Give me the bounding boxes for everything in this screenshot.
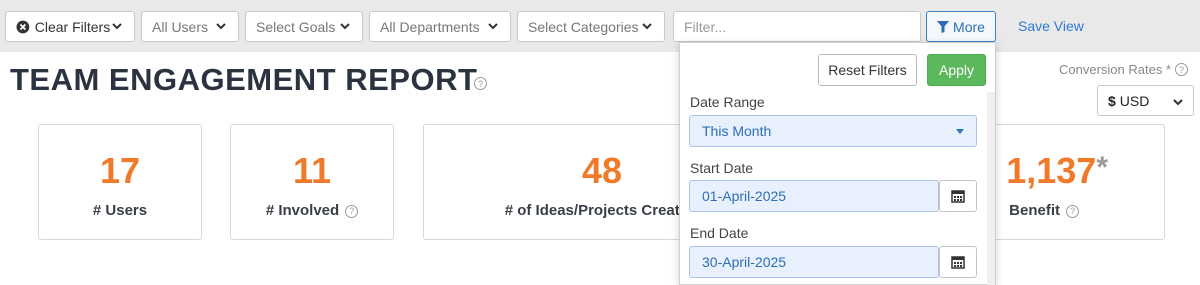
stat-label-text: # of Ideas/Projects Created [504,202,698,219]
reset-filters-button[interactable]: Reset Filters [818,54,917,86]
chevron-down-icon [1173,93,1183,109]
help-icon[interactable]: ? [345,204,359,218]
chevron-down-icon [338,20,352,34]
categories-select[interactable]: Select Categories [517,11,665,42]
stat-value: 11 [292,150,332,191]
users-select-label: All Users [152,18,209,35]
apply-button[interactable]: Apply [927,54,986,86]
end-date-calendar-button[interactable] [939,246,977,278]
chevron-down-icon [110,20,124,34]
clear-filters-button[interactable]: Clear Filters [5,11,135,42]
calendar-icon [951,190,965,203]
caret-down-icon [956,128,964,134]
conversion-rates-label: Conversion Rates * [1059,62,1171,77]
date-range-label: Date Range [690,94,765,110]
filter-bar: Clear Filters All Users Select Goals All… [0,0,1200,52]
save-view-link[interactable]: Save View [1018,18,1084,34]
end-date-label: End Date [690,225,749,241]
filter-input[interactable] [673,11,921,42]
date-range-select[interactable]: This Month [689,115,977,147]
stat-label: # Involved? [231,202,393,219]
end-date-input[interactable]: 30-April-2025 [689,246,939,278]
stat-value: 1,137* [1006,150,1108,192]
help-icon[interactable]: ? [1066,204,1079,218]
users-select[interactable]: All Users [141,11,239,42]
currency-label: USD [1119,92,1150,109]
departments-select[interactable]: All Departments [369,11,511,42]
stat-label: Benefit? [1009,202,1079,219]
filter-funnel-icon [937,20,950,33]
currency-select[interactable]: $ USD [1097,85,1194,116]
asterisk: * [1096,151,1108,184]
more-button-label: More [953,18,985,35]
more-button[interactable]: More [926,11,996,42]
panel-scrollbar[interactable] [987,92,995,285]
departments-select-label: All Departments [380,18,480,35]
categories-select-label: Select Categories [528,18,639,35]
help-icon[interactable]: ? [1175,63,1188,76]
stat-label-text: # Involved [265,202,340,219]
stat-label-text: Benefit [1009,202,1060,219]
conversion-rates: Conversion Rates * ? [1059,62,1188,77]
page-title: TEAM ENGAGEMENT REPORT [10,62,478,97]
start-date-label: Start Date [690,160,754,176]
chevron-down-icon [486,20,500,34]
start-date-input[interactable]: 01-April-2025 [689,180,939,212]
stat-label: # Users [39,202,201,219]
stat-card-involved: 11 # Involved? [230,124,394,240]
date-range-value: This Month [702,123,772,139]
goals-select-label: Select Goals [256,18,336,35]
chevron-down-icon [214,20,228,34]
dollar-icon: $ [1108,92,1116,109]
chevron-down-icon [640,20,654,34]
calendar-icon [951,256,965,269]
clear-filters-label: Clear Filters [34,18,111,35]
times-circle-icon [16,20,30,33]
stat-card-users: 17 # Users [38,124,202,240]
goals-select[interactable]: Select Goals [245,11,363,42]
help-icon[interactable]: ? [474,77,487,90]
stat-value-text: 1,137 [1006,150,1097,191]
start-date-calendar-button[interactable] [939,180,977,212]
stat-label-text: # Users [92,202,148,219]
stat-value: 17 [99,150,141,191]
start-date-value: 01-April-2025 [702,188,787,204]
end-date-value: 30-April-2025 [702,254,787,270]
